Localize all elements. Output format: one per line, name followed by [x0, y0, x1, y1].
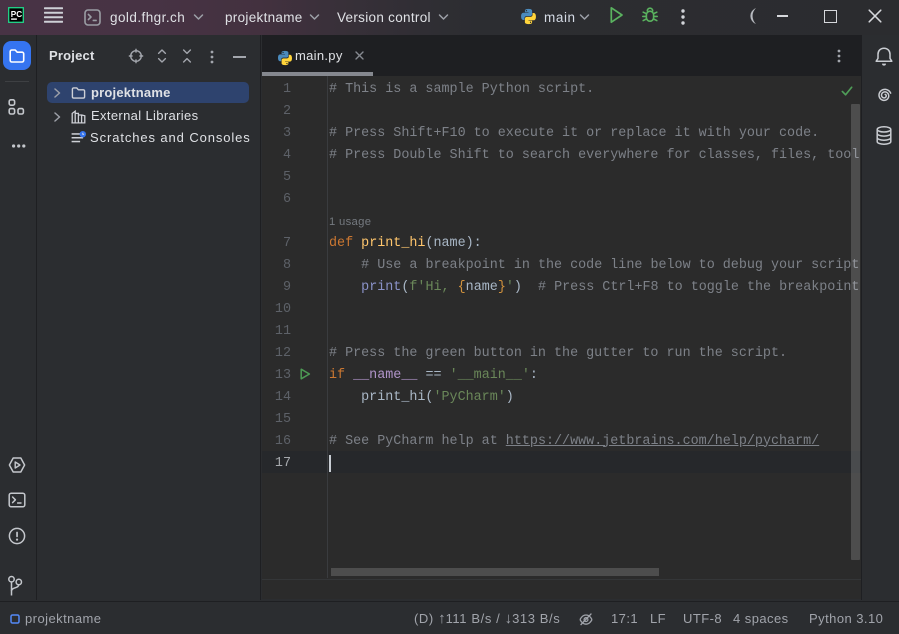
- svg-text:PC: PC: [11, 10, 22, 19]
